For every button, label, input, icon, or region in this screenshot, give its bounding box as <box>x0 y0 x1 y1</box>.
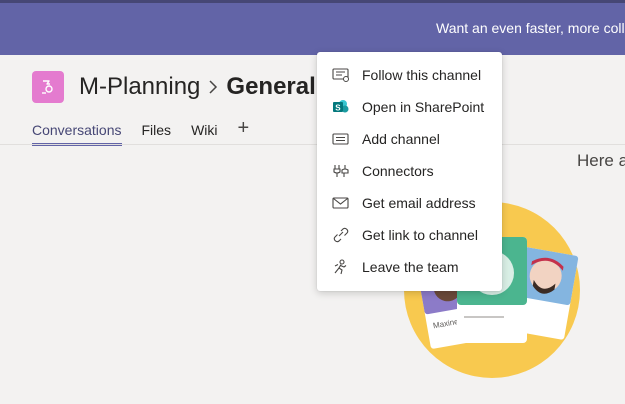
channel-options-menu: Follow this channel S Open in SharePoint… <box>317 52 502 291</box>
menu-item-label: Leave the team <box>362 259 459 275</box>
menu-item-label: Connectors <box>362 163 434 179</box>
channel-name[interactable]: General <box>226 73 315 101</box>
menu-item-label: Open in SharePoint <box>362 99 485 115</box>
menu-item-label: Add channel <box>362 131 440 147</box>
menu-item-connectors[interactable]: Connectors <box>317 155 502 187</box>
menu-item-get-link[interactable]: Get link to channel <box>317 219 502 251</box>
add-channel-icon <box>332 130 350 148</box>
sharepoint-icon: S <box>332 98 350 116</box>
menu-item-follow-channel[interactable]: Follow this channel <box>317 59 502 91</box>
tab-conversations[interactable]: Conversations <box>32 117 122 146</box>
breadcrumb: M-Planning General <box>79 71 316 103</box>
menu-item-label: Get link to channel <box>362 227 478 243</box>
top-banner: Want an even faster, more colla <box>0 0 625 55</box>
link-icon <box>332 226 350 244</box>
leave-team-icon <box>332 258 350 276</box>
connectors-icon <box>332 162 350 180</box>
team-name[interactable]: M-Planning <box>79 73 200 101</box>
menu-item-label: Follow this channel <box>362 67 482 83</box>
email-icon <box>332 194 350 212</box>
banner-text[interactable]: Want an even faster, more colla <box>436 20 625 36</box>
team-avatar[interactable] <box>32 71 64 103</box>
menu-item-get-email[interactable]: Get email address <box>317 187 502 219</box>
menu-item-leave-team[interactable]: Leave the team <box>317 251 502 283</box>
tab-files[interactable]: Files <box>142 117 172 143</box>
tab-wiki[interactable]: Wiki <box>191 117 217 143</box>
team-avatar-icon <box>42 80 53 94</box>
welcome-text: Here a <box>577 151 625 170</box>
header-divider <box>0 144 625 145</box>
menu-item-add-channel[interactable]: Add channel <box>317 123 502 155</box>
svg-text:S: S <box>335 103 341 112</box>
menu-item-label: Get email address <box>362 195 476 211</box>
menu-item-open-sharepoint[interactable]: S Open in SharePoint <box>317 91 502 123</box>
chevron-right-icon <box>206 78 220 96</box>
follow-channel-icon <box>332 66 350 84</box>
tab-bar: Conversations Files Wiki + <box>32 117 250 146</box>
add-tab-button[interactable]: + <box>238 117 250 139</box>
